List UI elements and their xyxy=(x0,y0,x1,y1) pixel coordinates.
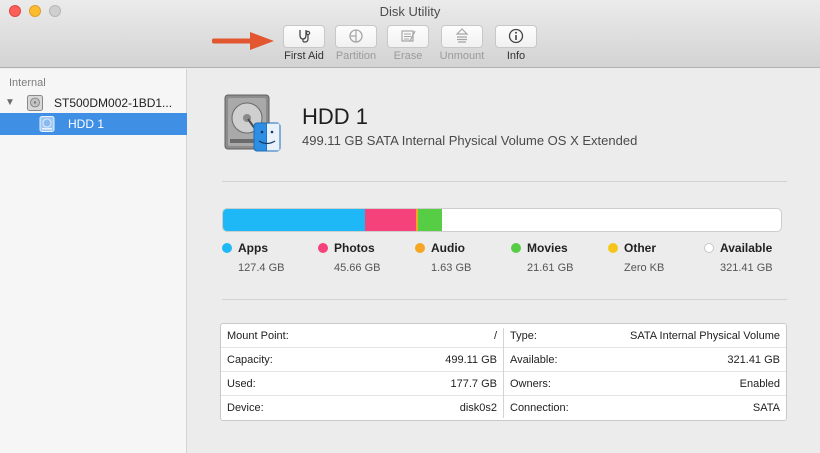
unmount-button[interactable]: Unmount xyxy=(438,25,486,62)
first-aid-button-frame[interactable] xyxy=(283,25,325,48)
info-button-frame[interactable] xyxy=(495,25,537,48)
info-value: SATA Internal Physical Volume xyxy=(630,330,780,342)
legend-size: 21.61 GB xyxy=(527,262,574,274)
info-value: / xyxy=(493,330,497,342)
partition-pie-icon xyxy=(349,29,363,43)
info-key: Mount Point: xyxy=(227,330,289,342)
info-value: Enabled xyxy=(739,378,780,390)
legend-size: 45.66 GB xyxy=(334,262,381,274)
sidebar-section-internal: Internal xyxy=(9,77,46,89)
divider xyxy=(222,181,787,182)
info-value: 499.11 GB xyxy=(445,354,497,366)
info-button[interactable]: Info xyxy=(492,25,540,62)
legend-label: Apps xyxy=(238,241,268,255)
info-row: Used: 177.7 GB xyxy=(221,372,503,396)
volume-description: 499.11 GB SATA Internal Physical Volume … xyxy=(302,133,638,148)
info-row: Mount Point: / xyxy=(221,324,503,348)
disclosure-triangle-icon[interactable]: ▼ xyxy=(5,97,15,108)
erase-icon xyxy=(401,30,416,42)
info-row: Available: 321.41 GB xyxy=(504,348,786,372)
legend-size: 321.41 GB xyxy=(720,262,773,274)
legend-size: Zero KB xyxy=(624,262,665,274)
legend-dot-other xyxy=(608,243,618,253)
legend-dot-movies xyxy=(511,243,521,253)
window-toolbar: Disk Utility First Aid Partition Erase U… xyxy=(0,0,820,68)
sidebar-disk-label: ST500DM002-1BD1... xyxy=(54,96,173,110)
info-value: 177.7 GB xyxy=(450,378,497,390)
volume-info-table: Mount Point: / Capacity: 499.11 GB Used: 177.… xyxy=(220,323,787,421)
info-key: Owners: xyxy=(510,378,551,390)
info-key: Capacity: xyxy=(227,354,273,366)
legend-label: Movies xyxy=(527,241,568,255)
legend-label: Photos xyxy=(334,241,375,255)
hard-drive-finder-icon xyxy=(224,94,281,152)
info-row: Capacity: 499.11 GB xyxy=(221,348,503,372)
usage-segment-apps xyxy=(223,209,365,231)
legend-dot-available xyxy=(704,243,714,253)
storage-usage-bar xyxy=(222,208,782,232)
main-panel: HDD 1 499.11 GB SATA Internal Physical V… xyxy=(188,69,820,453)
erase-button[interactable]: Erase xyxy=(384,25,432,62)
legend-dot-photos xyxy=(318,243,328,253)
legend-size: 127.4 GB xyxy=(238,262,285,274)
sidebar-item-volume[interactable]: HDD 1 xyxy=(0,113,187,135)
partition-button[interactable]: Partition xyxy=(332,25,380,62)
first-aid-button[interactable]: First Aid xyxy=(280,25,328,62)
legend-dot-apps xyxy=(222,243,232,253)
volume-title: HDD 1 xyxy=(302,104,369,129)
unmount-button-frame[interactable] xyxy=(441,25,483,48)
sidebar: Internal ▼ ST500DM002-1BD1... HDD 1 xyxy=(0,69,187,453)
usage-segment-movies xyxy=(418,209,442,231)
partition-button-frame[interactable] xyxy=(335,25,377,48)
hard-disk-icon xyxy=(27,95,43,111)
info-row: Device: disk0s2 xyxy=(221,396,503,420)
usage-segment-photos xyxy=(365,209,416,231)
info-row: Owners: Enabled xyxy=(504,372,786,396)
legend-size: 1.63 GB xyxy=(431,262,472,274)
info-label: Info xyxy=(506,50,526,62)
info-row: Type: SATA Internal Physical Volume xyxy=(504,324,786,348)
info-key: Connection: xyxy=(510,402,569,414)
arrow-annotation-icon xyxy=(212,32,274,50)
info-value: 321.41 GB xyxy=(727,354,780,366)
info-key: Type: xyxy=(510,330,537,342)
unmount-icon xyxy=(455,28,469,43)
info-value: disk0s2 xyxy=(459,402,497,414)
sidebar-volume-label: HDD 1 xyxy=(68,117,105,131)
stethoscope-icon xyxy=(299,30,311,43)
legend-label: Audio xyxy=(431,241,465,255)
info-key: Available: xyxy=(510,354,558,366)
erase-button-frame[interactable] xyxy=(387,25,429,48)
window-title: Disk Utility xyxy=(379,4,441,19)
info-row: Connection: SATA xyxy=(504,396,786,420)
info-key: Device: xyxy=(227,402,264,414)
sidebar-item-disk[interactable]: ▼ ST500DM002-1BD1... xyxy=(0,92,187,114)
legend-dot-audio xyxy=(415,243,425,253)
info-key: Used: xyxy=(227,378,256,390)
legend-label: Other xyxy=(624,241,657,255)
info-value: SATA xyxy=(752,402,780,414)
info-icon xyxy=(508,28,524,44)
volume-icon xyxy=(39,116,55,132)
divider xyxy=(222,299,787,300)
legend-label: Available xyxy=(720,241,773,255)
